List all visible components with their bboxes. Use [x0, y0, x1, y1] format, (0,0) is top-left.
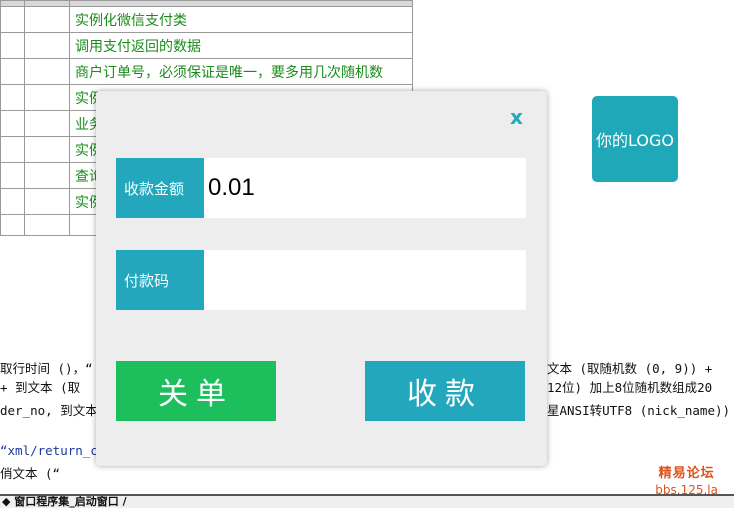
paycode-label: 付款码	[116, 250, 204, 310]
table-cell: 调用支付返回的数据	[69, 32, 413, 59]
paycode-input[interactable]	[204, 250, 526, 310]
code-line: 俏文本 (“	[0, 466, 61, 481]
amount-input[interactable]	[204, 158, 526, 218]
code-line: 12位) 加上8位随机数组成20	[547, 380, 713, 395]
table-row: 商户订单号，必须保证是唯一，要多用几次随机数	[0, 58, 413, 85]
amount-label: 收款金额	[116, 158, 204, 218]
code-line: 文本 (取随机数 (0, 9)) +	[547, 361, 713, 376]
paycode-field: 付款码	[116, 250, 526, 310]
code-line: 取行时间 ()，“	[0, 361, 93, 376]
close-button[interactable]: x	[510, 105, 523, 129]
table-cell: 商户订单号，必须保证是唯一，要多用几次随机数	[69, 58, 413, 85]
tab-startup-window[interactable]: ◆ 窗口程序集_启动窗口 /	[2, 496, 127, 508]
watermark-title: 精易论坛	[658, 466, 715, 481]
table-row: 实例化微信支付类	[0, 6, 413, 33]
amount-field: 收款金额	[116, 158, 526, 218]
close-order-button[interactable]: 关单	[116, 361, 276, 421]
collect-payment-button[interactable]: 收款	[365, 361, 525, 421]
table-cell: 实例化微信支付类	[69, 6, 413, 33]
code-line: “xml/return_c	[0, 443, 98, 458]
code-line: 星ANSI转UTF8 (nick_name))	[547, 403, 731, 418]
table-row: 调用支付返回的数据	[0, 32, 413, 59]
payment-dialog: x 收款金额 付款码 关单 收款	[96, 91, 547, 466]
logo: 你的LOGO	[592, 96, 678, 182]
code-line: + 到文本 (取	[0, 380, 81, 395]
code-line: der_no, 到文本	[0, 403, 98, 418]
